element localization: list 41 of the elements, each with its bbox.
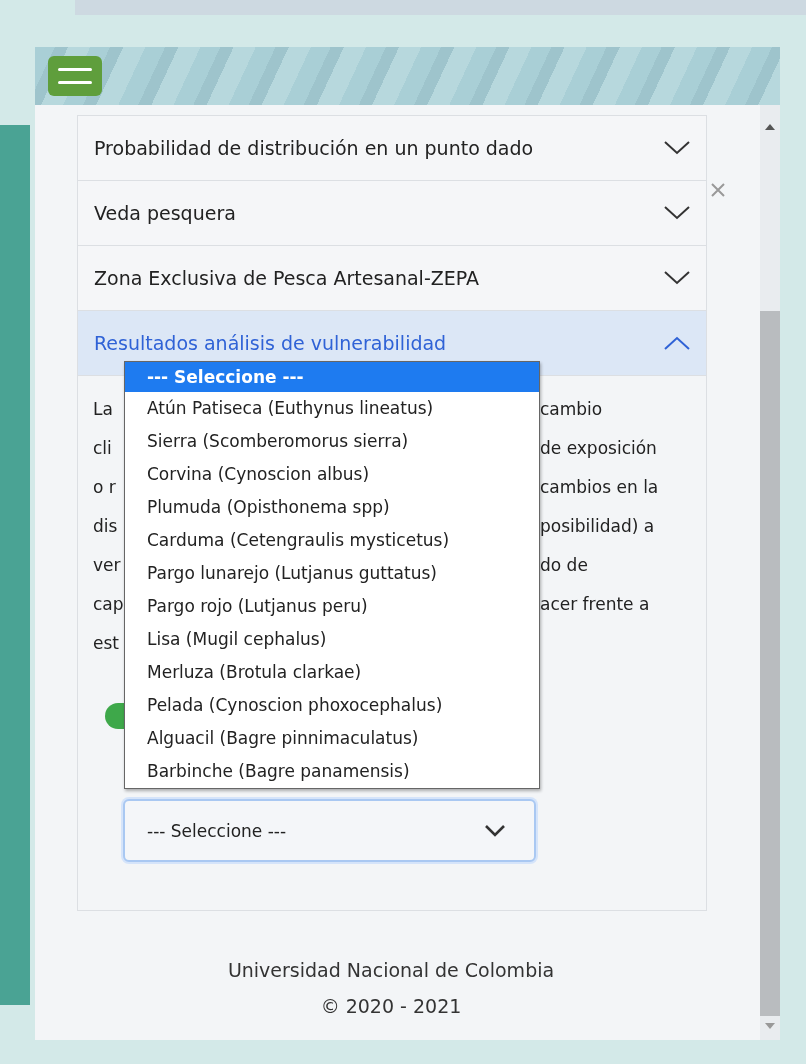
scroll-up-icon[interactable] [764,123,776,131]
dropdown-option[interactable]: Sierra (Scomberomorus sierra) [125,425,539,458]
paragraph-text: cap [93,593,124,616]
footer-text: Universidad Nacional de Colombia [227,959,555,981]
paragraph-text: posibilidad) a [540,515,655,538]
dropdown-option[interactable]: Barbinche (Bagre panamensis) [125,755,539,788]
paragraph-text: do de [540,554,588,577]
chevron-down-icon [484,823,506,838]
dropdown-option[interactable]: Atún Patiseca (Euthynus lineatus) [125,392,539,425]
close-icon[interactable] [711,183,725,197]
dropdown-option[interactable]: Corvina (Cynoscion albus) [125,458,539,491]
paragraph-text: dis [93,515,118,538]
menu-button[interactable] [48,56,102,96]
paragraph-text: cambios en la [540,476,659,499]
dropdown-option[interactable]: Plumuda (Opisthonema spp) [125,491,539,524]
chevron-up-icon [664,336,690,350]
scroll-down-icon[interactable] [764,1022,776,1030]
paragraph-text: de exposición [540,437,657,460]
dropdown-option[interactable]: Lisa (Mugil cephalus) [125,623,539,656]
paragraph-text: cambio [540,398,603,421]
scrollbar[interactable] [760,105,780,1040]
dropdown-option[interactable]: Alguacil (Bagre pinnimaculatus) [125,722,539,755]
dropdown-option[interactable]: Pargo lunarejo (Lutjanus guttatus) [125,557,539,590]
chevron-down-icon [664,141,690,155]
paragraph-text: o r [93,476,116,499]
dropdown-option[interactable]: --- Seleccione --- [125,362,539,392]
dropdown-option[interactable]: Pelada (Cynoscion phoxocephalus) [125,689,539,722]
paragraph-text: cli [93,437,112,460]
chevron-down-icon [664,206,690,220]
dropdown-option[interactable]: Merluza (Brotula clarkae) [125,656,539,689]
paragraph-text: est [93,632,119,655]
paragraph-text: acer frente a [540,593,650,616]
paragraph-text: La [93,398,113,421]
paragraph-text: ver [93,554,121,577]
footer-text: © 2020 - 2021 [320,995,462,1017]
dropdown-option[interactable]: Pargo rojo (Lutjanus peru) [125,590,539,623]
species-select[interactable]: --- Seleccione --- [123,799,536,862]
scrollbar-thumb[interactable] [760,311,780,1016]
menu-icon [58,66,92,86]
dropdown-option[interactable]: Carduma (Cetengraulis mysticetus) [125,524,539,557]
chevron-down-icon [664,271,690,285]
